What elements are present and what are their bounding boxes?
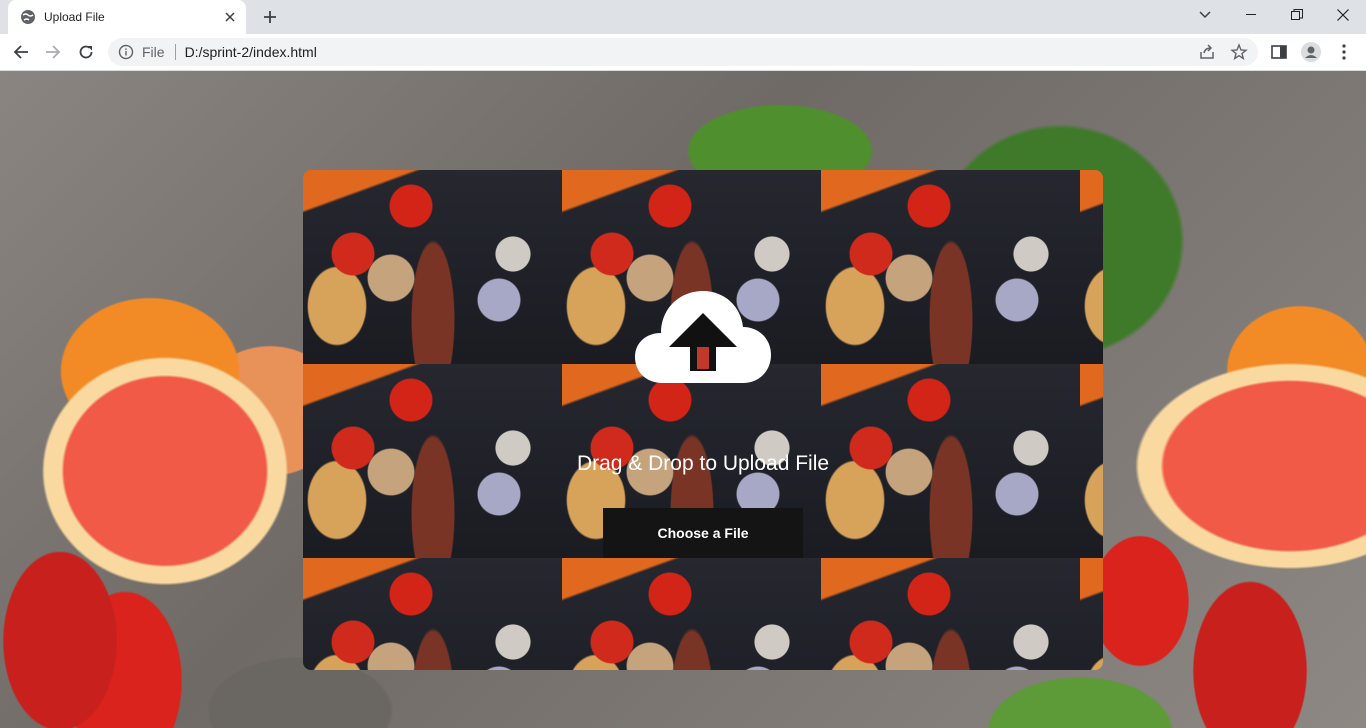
profile-avatar-icon[interactable] xyxy=(1301,42,1321,62)
restore-icon[interactable] xyxy=(1274,0,1320,30)
upload-heading: Drag & Drop to Upload File xyxy=(576,452,830,475)
tab-title: Upload File xyxy=(44,10,105,24)
close-window-icon[interactable] xyxy=(1320,0,1366,30)
more-menu-icon[interactable] xyxy=(1334,42,1354,62)
choose-file-button[interactable]: Choose a File xyxy=(603,508,803,558)
tab-strip: Upload File xyxy=(0,0,1366,34)
cloud-upload-icon[interactable] xyxy=(633,287,773,385)
address-divider xyxy=(174,44,176,60)
reload-icon[interactable] xyxy=(72,38,100,66)
tab-search-chevron-icon[interactable] xyxy=(1182,0,1228,30)
close-tab-icon[interactable] xyxy=(220,7,240,27)
browser-toolbar: File D:/sprint-2/index.html xyxy=(0,34,1366,71)
address-bar[interactable]: File D:/sprint-2/index.html xyxy=(108,38,1258,66)
browser-tab[interactable]: Upload File xyxy=(8,0,246,34)
page-background: Drag & Drop to Upload File Choose a File xyxy=(0,71,1366,728)
url-text[interactable]: D:/sprint-2/index.html xyxy=(185,44,317,60)
forward-arrow-icon[interactable] xyxy=(39,38,67,66)
upload-panel[interactable]: Drag & Drop to Upload File Choose a File xyxy=(303,170,1103,670)
back-arrow-icon[interactable] xyxy=(7,38,35,66)
share-icon[interactable] xyxy=(1198,43,1216,61)
scheme-label: File xyxy=(142,44,165,60)
side-panel-icon[interactable] xyxy=(1269,42,1289,62)
bookmark-star-icon[interactable] xyxy=(1230,43,1248,61)
drop-zone[interactable]: Drag & Drop to Upload File Choose a File xyxy=(303,170,1103,670)
new-tab-button[interactable] xyxy=(258,6,282,28)
minimize-icon[interactable] xyxy=(1228,0,1274,30)
globe-icon xyxy=(20,9,36,25)
info-icon[interactable] xyxy=(118,44,134,60)
